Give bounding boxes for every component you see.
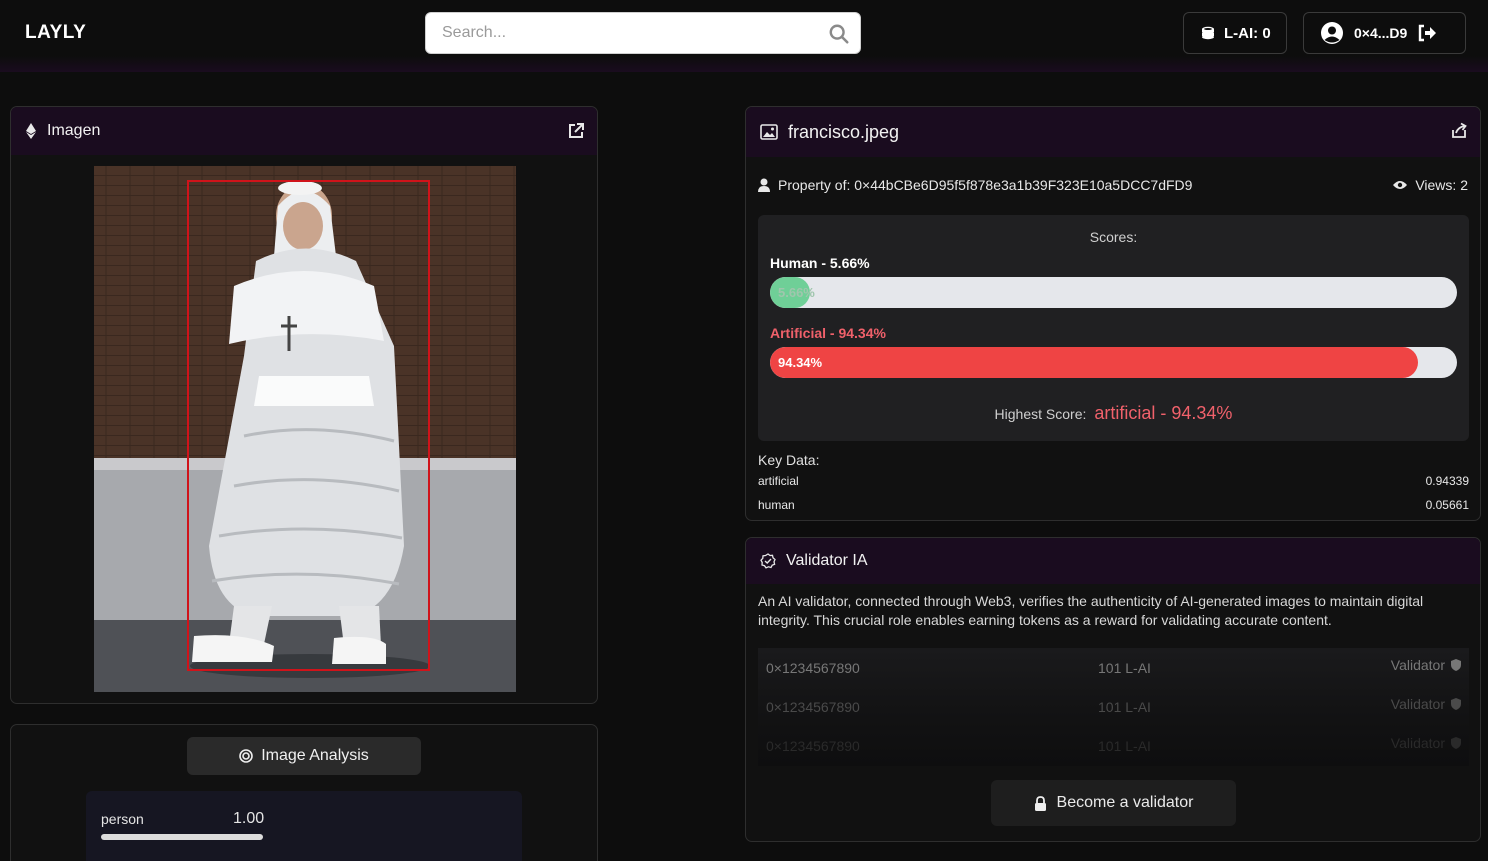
logout-icon[interactable] [1417,24,1437,42]
validator-role: Validator [1391,696,1461,712]
validator-role-label: Validator [1390,657,1445,673]
image-panel: Imagen [10,106,598,704]
key-data-row: artificial 0.94339 [758,474,1469,488]
validator-row[interactable]: 0×1234567890 101 L-AI Validator [758,726,1469,765]
coins-icon [1202,26,1214,40]
search-input[interactable] [442,13,822,53]
analysis-panel: Image Analysis person 1.00 [10,724,598,861]
human-score-label: Human - 5.66% [770,255,870,271]
token-balance-label: L-AI: 0 [1224,24,1271,42]
validator-row[interactable]: 0×1234567890 101 L-AI Validator [758,687,1469,726]
validator-panel-header: Validator IA [746,538,1480,584]
key-data-name: human [758,498,795,512]
lock-icon [1034,795,1046,811]
validator-address: 0×1234567890 [766,660,860,676]
validator-role: Validator [1391,735,1461,751]
detection-score-bar [101,834,263,840]
badge-check-icon [760,553,776,569]
views-info: Views: 2 [1393,177,1468,193]
key-data-name: artificial [758,474,799,488]
highest-score-label: Highest Score: [994,406,1087,422]
shield-icon [1451,659,1461,671]
validator-description: An AI validator, connected through Web3,… [758,593,1424,628]
search-box[interactable] [425,12,861,54]
validator-panel-title: Validator IA [786,552,868,569]
image-panel-header: Imagen [11,107,597,155]
key-data-value: 0.94339 [1425,474,1469,488]
validator-amount: 101 L-AI [1098,738,1151,754]
scores-card: Scores: Human - 5.66% 5.66% Artificial -… [758,215,1469,441]
detection-bounding-box [187,180,430,671]
account-button[interactable]: 0×4...D9 [1303,12,1466,54]
validator-address: 0×1234567890 [766,699,860,715]
human-score-bar-text: 5.66% [778,285,815,300]
become-validator-label: Become a validator [1056,794,1194,811]
external-link-icon[interactable] [567,122,585,140]
artificial-score-label: Artificial - 94.34% [770,325,886,341]
share-icon[interactable] [1450,122,1468,140]
validator-amount: 101 L-AI [1098,660,1151,676]
user-circle-icon [1321,22,1343,44]
views-count: Views: 2 [1415,177,1468,193]
key-data-value: 0.05661 [1425,498,1469,512]
image-icon [760,124,778,140]
shield-icon [1451,698,1461,710]
analysis-icon [239,749,253,763]
account-address: 0×4...D9 [1354,25,1408,41]
validator-panel: Validator IA An AI validator, connected … [745,537,1481,842]
image-analysis-button[interactable]: Image Analysis [187,737,421,775]
key-data-title: Key Data: [758,452,820,468]
image-panel-title: Imagen [47,122,101,139]
analyzed-image [94,166,516,692]
file-panel-header: francisco.jpeg [746,107,1480,157]
ethereum-icon [26,123,36,139]
search-icon[interactable] [828,23,850,45]
token-balance-button[interactable]: L-AI: 0 [1183,12,1287,54]
validator-row[interactable]: 0×1234567890 101 L-AI Validator [758,648,1469,687]
detection-label: person [101,811,144,827]
user-icon [758,178,770,192]
top-bar: LAYLY L-AI: 0 0×4...D9 [0,0,1488,72]
human-score-bar: 5.66% [770,277,1457,308]
become-validator-button[interactable]: Become a validator [991,780,1236,826]
validator-amount: 101 L-AI [1098,699,1151,715]
validator-address: 0×1234567890 [766,738,860,754]
detection-card: person 1.00 [86,791,522,861]
owner-info: Property of: 0×44bCBe6D95f5f878e3a1b39F3… [758,177,1192,193]
owner-address: Property of: 0×44bCBe6D95f5f878e3a1b39F3… [778,177,1193,193]
scores-title: Scores: [1089,229,1138,245]
key-data-row: human 0.05661 [758,498,1469,512]
highest-score-value: artificial - 94.34% [1094,403,1233,423]
eye-icon [1393,181,1408,189]
validator-role-label: Validator [1390,696,1445,712]
validator-list: 0×1234567890 101 L-AI Validator 0×123456… [758,648,1469,766]
detection-score: 1.00 [233,810,265,827]
validator-role-label: Validator [1390,735,1445,751]
artificial-score-bar-text: 94.34% [778,355,823,370]
file-details-panel: francisco.jpeg Property of: 0×44bCBe6D95… [745,106,1481,521]
image-analysis-label: Image Analysis [261,747,369,764]
logo[interactable]: LAYLY [25,22,86,44]
highest-score: Highest Score: artificial - 94.34% [758,403,1469,424]
artificial-score-fill [770,347,1419,378]
validator-role: Validator [1391,657,1461,673]
shield-icon [1451,737,1461,749]
artificial-score-bar: 94.34% [770,347,1457,378]
file-name: francisco.jpeg [788,121,900,142]
